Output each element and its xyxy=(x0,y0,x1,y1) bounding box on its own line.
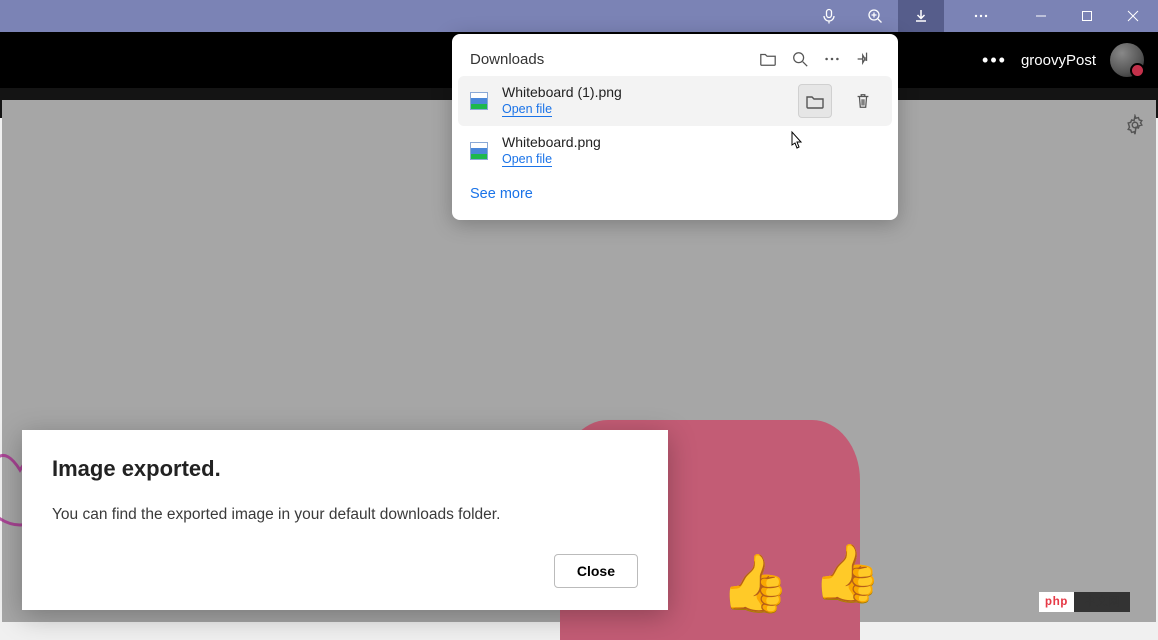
download-item[interactable]: Whiteboard (1).png Open file xyxy=(458,76,892,126)
zoom-icon[interactable] xyxy=(852,0,898,32)
close-icon[interactable] xyxy=(1110,0,1156,32)
modal-title: Image exported. xyxy=(52,456,638,482)
more-icon[interactable] xyxy=(958,0,1004,32)
thumbs-up-icon: 👍 xyxy=(812,540,882,606)
see-more-link[interactable]: See more xyxy=(452,176,551,204)
modal-body: You can find the exported image in your … xyxy=(52,506,638,524)
settings-icon[interactable] xyxy=(1124,114,1146,136)
folder-icon[interactable] xyxy=(752,50,784,68)
header-more-icon[interactable]: ••• xyxy=(982,50,1007,71)
window-titlebar xyxy=(0,0,1158,32)
open-file-link[interactable]: Open file xyxy=(502,102,552,117)
badge-left: php xyxy=(1039,592,1074,612)
more-icon[interactable] xyxy=(816,50,848,68)
show-in-folder-icon[interactable] xyxy=(798,84,832,118)
mic-icon[interactable] xyxy=(806,0,852,32)
download-item[interactable]: Whiteboard.png Open file xyxy=(452,126,898,176)
downloads-title: Downloads xyxy=(470,51,752,68)
file-thumbnail-icon xyxy=(470,142,488,160)
username-label: groovyPost xyxy=(1021,52,1096,69)
close-button[interactable]: Close xyxy=(554,554,638,588)
avatar[interactable] xyxy=(1110,43,1144,77)
download-filename: Whiteboard.png xyxy=(502,134,880,150)
file-thumbnail-icon xyxy=(470,92,488,110)
badge-right: 中文网 xyxy=(1074,592,1130,612)
download-filename: Whiteboard (1).png xyxy=(502,84,784,100)
watermark-badge: php 中文网 xyxy=(1039,592,1130,612)
pin-icon[interactable] xyxy=(848,50,880,68)
delete-icon[interactable] xyxy=(846,84,880,118)
export-modal: Image exported. You can find the exporte… xyxy=(22,430,668,610)
minimize-icon[interactable] xyxy=(1018,0,1064,32)
search-icon[interactable] xyxy=(784,50,816,68)
open-file-link[interactable]: Open file xyxy=(502,152,552,167)
maximize-icon[interactable] xyxy=(1064,0,1110,32)
download-icon[interactable] xyxy=(898,0,944,32)
downloads-panel: Downloads Whiteboard (1).png Open file W… xyxy=(452,34,898,220)
thumbs-up-icon: 👍 xyxy=(720,550,790,616)
